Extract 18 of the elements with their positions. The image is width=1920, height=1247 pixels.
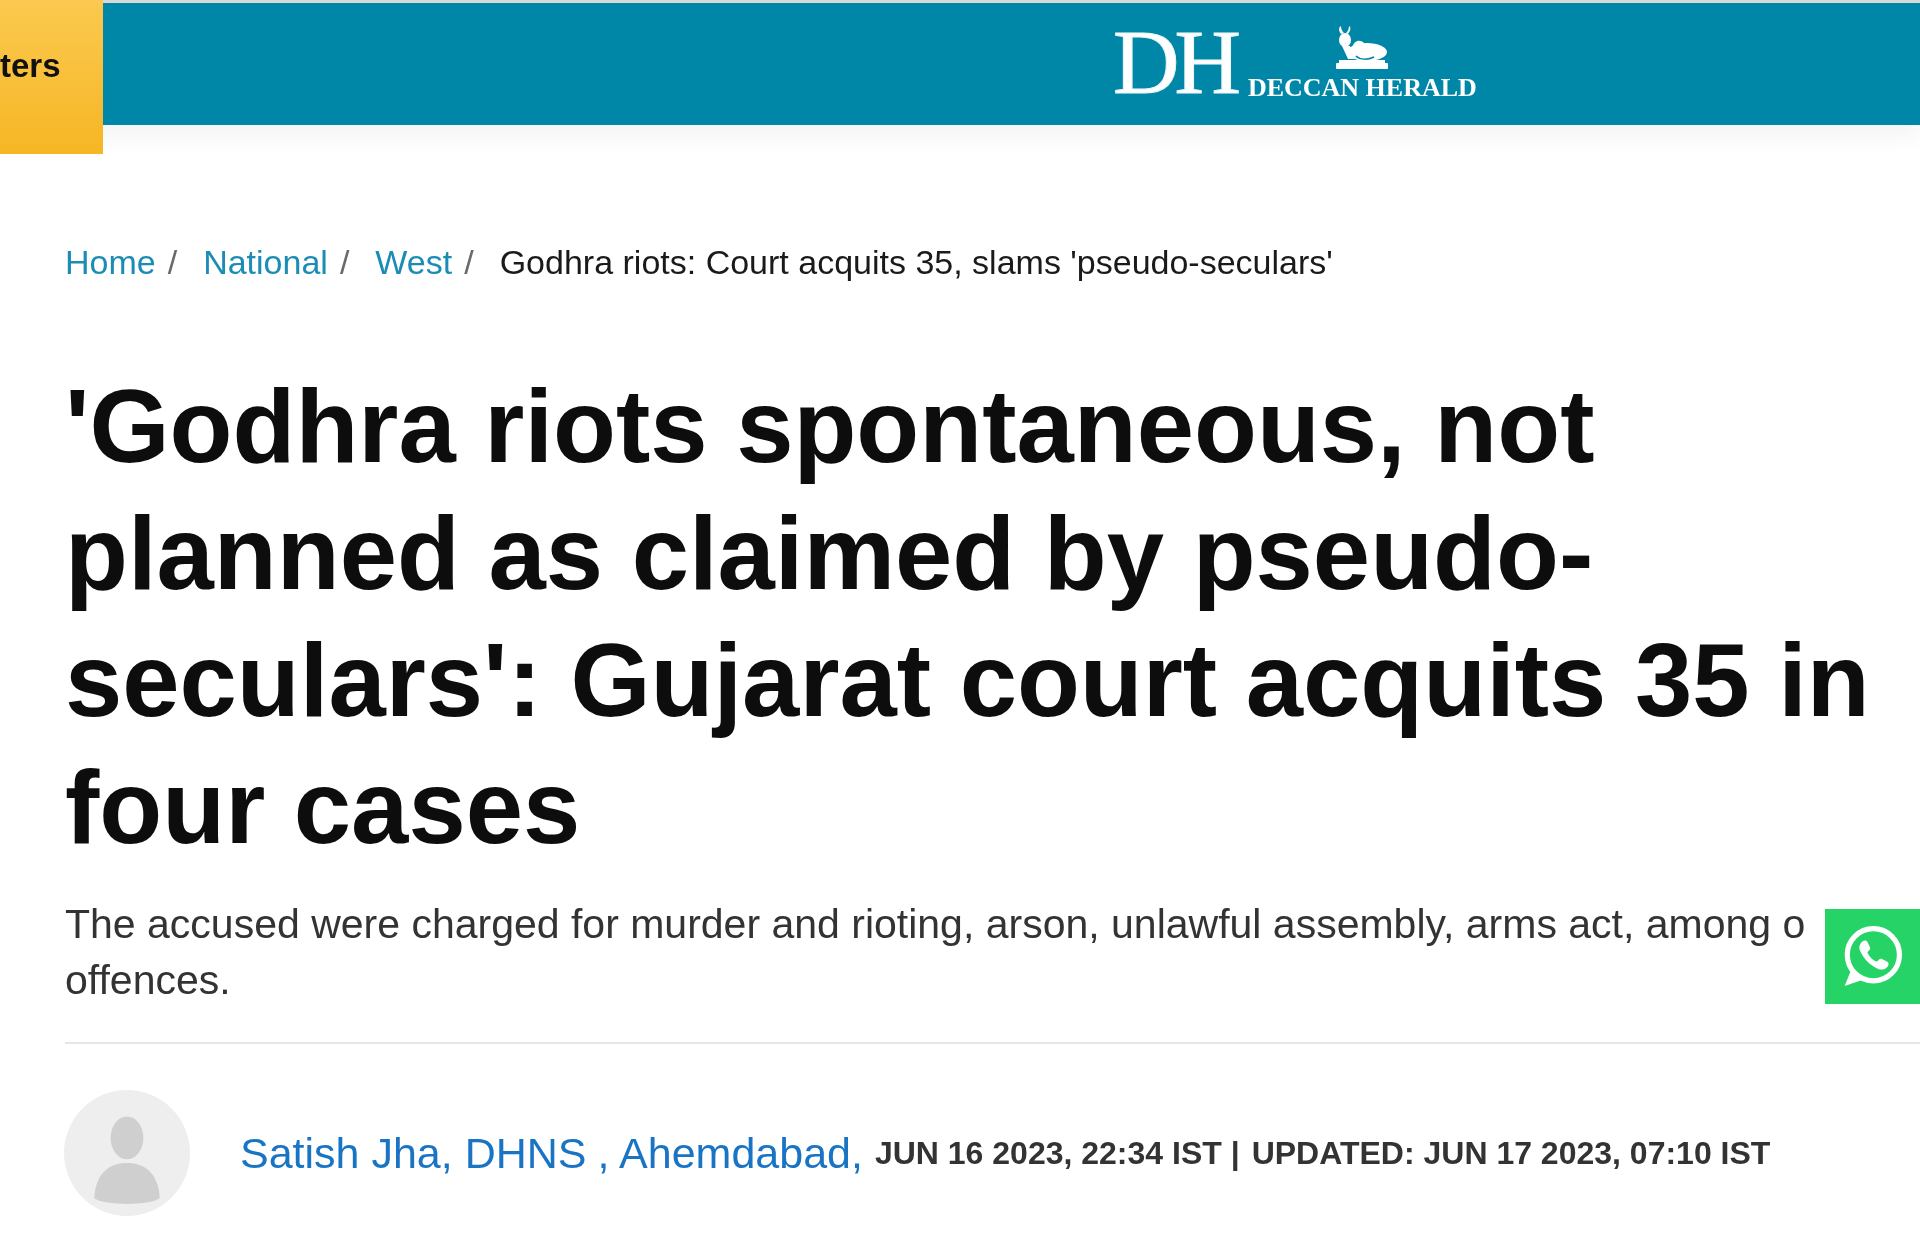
breadcrumb-separator: / bbox=[464, 242, 474, 283]
publish-date: JUN 16 2023, 22:34 IST | bbox=[874, 1134, 1240, 1172]
breadcrumb-separator: / bbox=[167, 242, 178, 283]
updated-date: UPDATED: JUN 17 2023, 07:10 IST bbox=[1251, 1134, 1771, 1172]
article-summary: The accused were charged for murder and rioting, arson, unlawful assembly, arms act, among o offences. bbox=[65, 900, 1806, 1005]
breadcrumb-link[interactable]: Home bbox=[65, 241, 156, 283]
byline-location: , Ahemdabad, bbox=[597, 1128, 863, 1178]
author-link[interactable]: Satish Jha, DHNS bbox=[240, 1128, 587, 1178]
logo-monogram[interactable]: DH bbox=[1113, 26, 1236, 100]
share-button[interactable] bbox=[1825, 909, 1920, 1004]
avatar-icon bbox=[64, 1090, 190, 1216]
article-headline: 'Godhra riots spontaneous, not planned as claimed by pseudo-seculars': Gujarat court acquits 35 in four cases bbox=[65, 368, 1871, 867]
breadcrumb-link[interactable]: National bbox=[203, 241, 328, 283]
breadcrumb-separator: / bbox=[339, 242, 350, 283]
header-tab[interactable]: ters bbox=[0, 0, 103, 154]
breadcrumb-current: Godhra riots: Court acquits 35, slams 'pseudo-seculars' bbox=[499, 242, 1333, 283]
logo-wordmark[interactable]: DECCAN HERALD bbox=[1247, 76, 1477, 100]
breadcrumb-link[interactable]: West bbox=[375, 241, 453, 283]
